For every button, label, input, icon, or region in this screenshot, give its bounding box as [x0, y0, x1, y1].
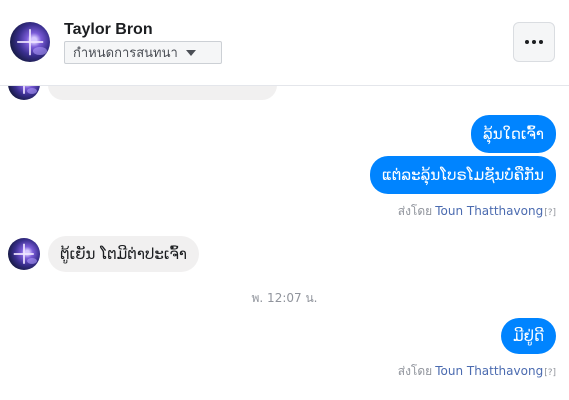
sent-by-prefix: ส่งโดย: [397, 364, 433, 378]
avatar-glow: [33, 46, 47, 55]
contact-name[interactable]: Taylor Bron: [64, 21, 153, 39]
sent-by-prefix: ส่งโดย: [397, 204, 433, 218]
more-options-button[interactable]: [513, 22, 555, 62]
help-link[interactable]: [?]: [544, 208, 556, 218]
caret-down-icon: [185, 49, 196, 56]
outgoing-message[interactable]: ມີຢູ່ດີ: [501, 318, 556, 354]
message-timestamp: พ. 12:07 น.: [251, 291, 318, 305]
message-text: ລຸ້ນໃດເຈົ້າ: [482, 125, 544, 143]
sent-by-label: ส่งโดย Toun Thatthavong [?]: [398, 202, 556, 221]
message-text: ຕູ້ເຍັນ ໂຕມີຕ່າປະເຈົ້າ: [60, 245, 187, 263]
sender-name-link[interactable]: Toun Thatthavong: [435, 204, 543, 218]
more-dot-icon: [532, 40, 536, 44]
outgoing-message[interactable]: ແຕ່ລະລຸ້ນໂບຣໂມຊັນບໍ່ຄືກັນ: [369, 156, 556, 194]
sent-by-label: ส่งโดย Toun Thatthavong [?]: [398, 362, 556, 381]
chat-settings-label: กำหนดการสนทนา: [73, 46, 178, 61]
avatar-glow: [26, 87, 38, 95]
message-text: ມີຢູ່ດີ: [513, 327, 544, 345]
contact-avatar[interactable]: [10, 22, 50, 62]
avatar-glow: [26, 257, 38, 265]
sender-name-link[interactable]: Toun Thatthavong: [435, 364, 543, 378]
incoming-message[interactable]: ຕູ້ເຍັນ ໂຕມີຕ່າປະເຈົ້າ: [48, 236, 199, 272]
message-text: ແຕ່ລະລຸ້ນໂບຣໂມຊັນບໍ່ຄືກັນ: [381, 166, 544, 184]
more-dot-icon: [539, 40, 543, 44]
more-dot-icon: [525, 40, 529, 44]
avatar-spark: [13, 253, 35, 255]
chat-settings-dropdown[interactable]: กำหนดการสนทนา: [64, 41, 222, 64]
help-link[interactable]: [?]: [544, 368, 556, 378]
contact-avatar[interactable]: [8, 238, 40, 270]
avatar-spark: [17, 41, 43, 43]
chat-window: ລຸ້ນໃດເຈົ້າ ແຕ່ລະລຸ້ນໂບຣໂມຊັນບໍ່ຄືກັນ ส่…: [0, 0, 569, 400]
outgoing-message[interactable]: ລຸ້ນໃດເຈົ້າ: [470, 115, 556, 153]
conversation-header: Taylor Bron กำหนดการสนทนา: [0, 0, 569, 86]
